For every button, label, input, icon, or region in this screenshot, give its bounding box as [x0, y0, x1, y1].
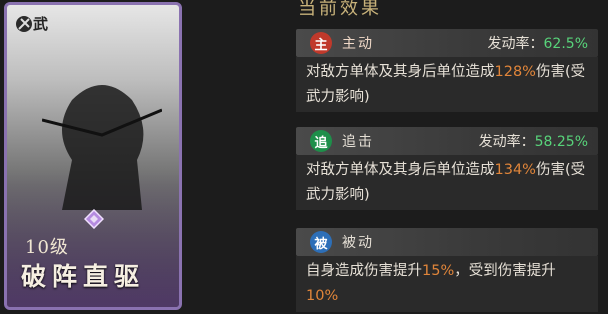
skill-level: 10级: [25, 237, 69, 258]
card-tag: 武: [33, 14, 49, 33]
effects-panel: 当前效果 主 主动 发动率：62.5% 对敌方单体及其身后单位造成128%伤害(…: [290, 0, 608, 314]
effect-type: 被动: [342, 235, 374, 251]
effect-header-pursuit: 追 追击 发动率：58.25%: [296, 127, 598, 155]
effect-header-passive: 被 被动: [296, 228, 598, 256]
section-title: 当前效果: [298, 0, 382, 19]
passive-badge-icon: 被: [310, 231, 332, 253]
effect-type: 主动: [342, 36, 374, 52]
effect-description: 对敌方单体及其身后单位造成134%伤害(受武力影响): [296, 155, 598, 210]
trigger-rate: 发动率：58.25%: [478, 134, 588, 150]
effect-header-active: 主 主动 发动率：62.5%: [296, 29, 598, 57]
effect-description: 自身造成伤害提升15%，受到伤害提升 10%: [296, 256, 598, 312]
quality-gem-icon: [84, 209, 104, 229]
general-artwork: [42, 85, 162, 210]
pursuit-badge-icon: 追: [310, 130, 332, 152]
effect-description: 对敌方单体及其身后单位造成128%伤害(受武力影响): [296, 57, 598, 112]
effect-type: 追击: [342, 134, 374, 150]
skill-name: 破阵直驱: [21, 262, 146, 291]
skill-card[interactable]: 武 10级 破阵直驱: [4, 2, 182, 310]
trigger-rate: 发动率：62.5%: [487, 36, 588, 52]
active-badge-icon: 主: [310, 32, 332, 54]
